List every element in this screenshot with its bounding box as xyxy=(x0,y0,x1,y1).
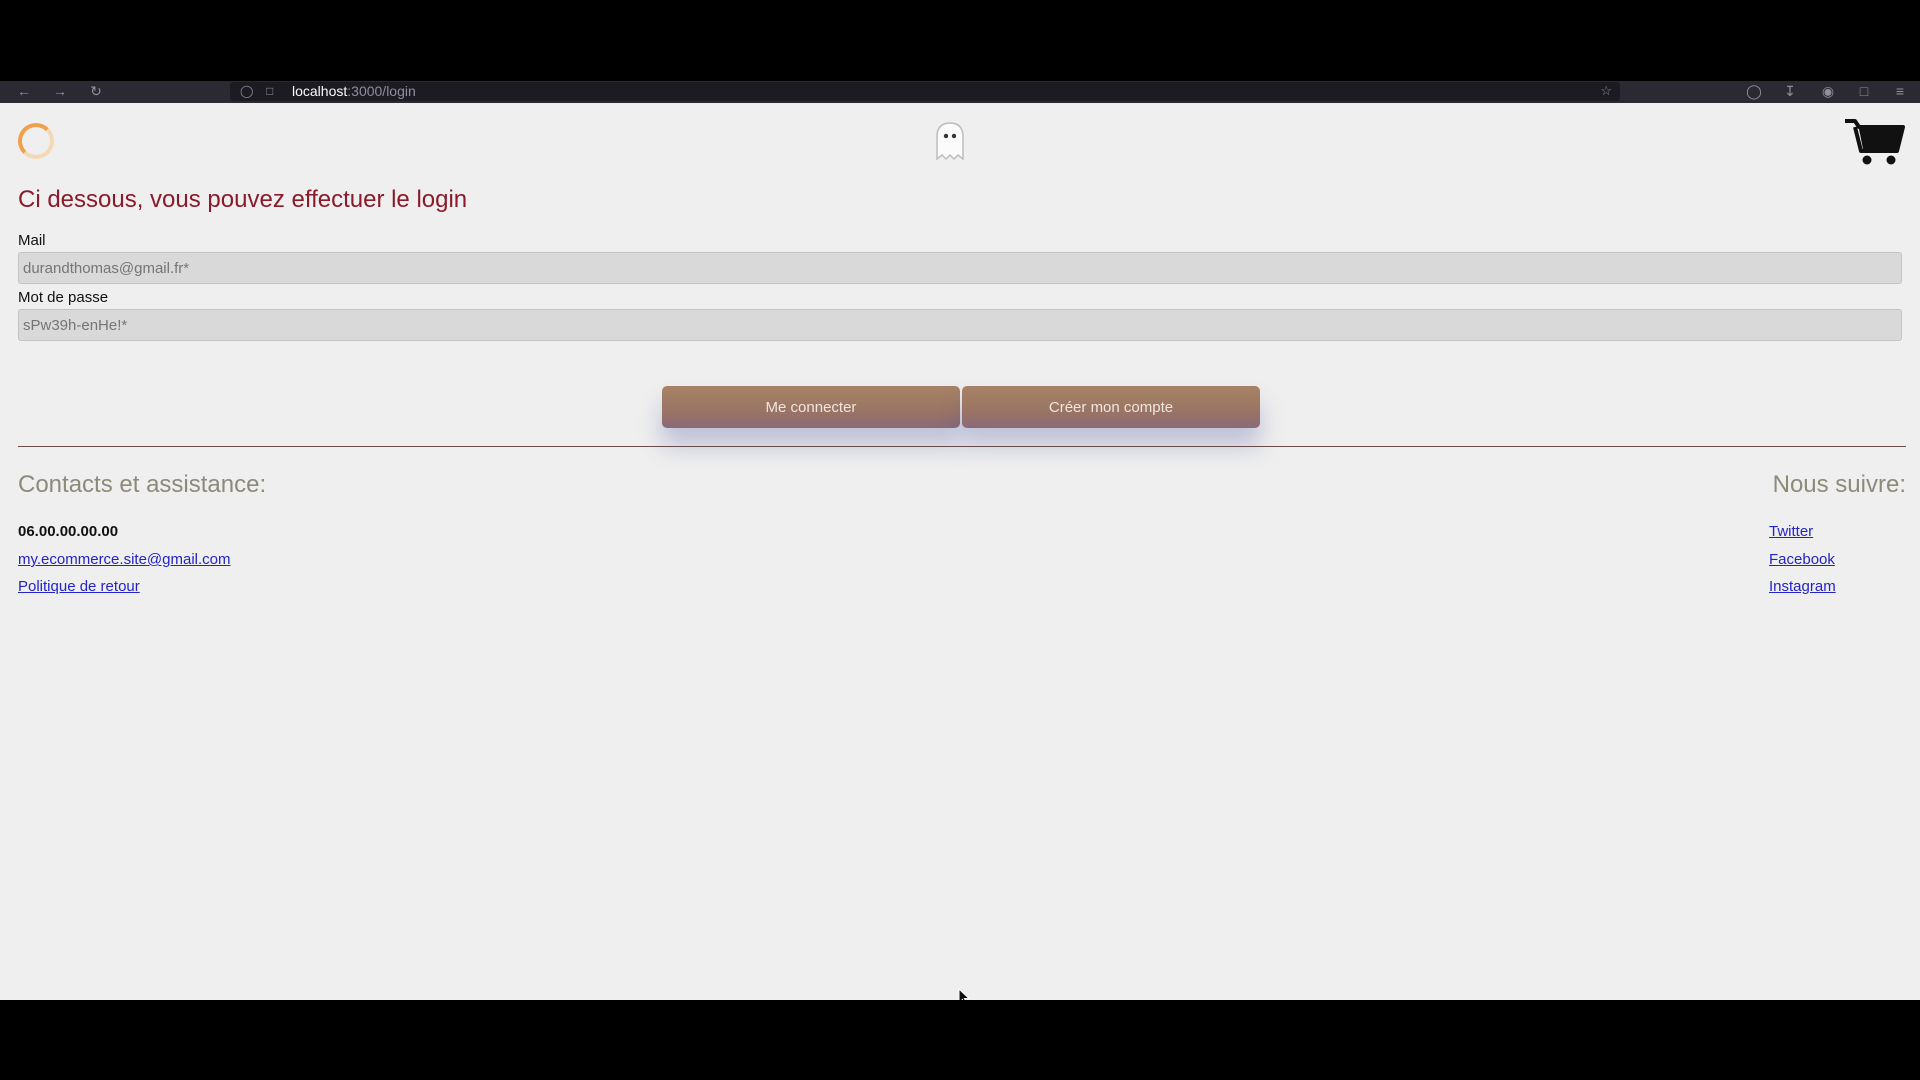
address-bar[interactable]: ◯ □ localhost:3000/login ☆ xyxy=(230,82,1620,101)
page-content: Ci dessous, vous pouvez effectuer le log… xyxy=(0,103,1920,1000)
page-info-icon[interactable]: □ xyxy=(266,82,273,100)
email-link[interactable]: my.ecommerce.site@gmail.com xyxy=(18,551,231,568)
ghost-icon[interactable] xyxy=(933,121,967,161)
mail-input[interactable] xyxy=(18,252,1902,284)
bookmark-star-icon[interactable]: ☆ xyxy=(1600,82,1612,100)
download-icon[interactable]: ↧ xyxy=(1780,81,1800,103)
password-label: Mot de passe xyxy=(18,289,109,306)
shopping-cart-icon[interactable] xyxy=(1843,117,1905,167)
phone-number: 06.00.00.00.00 xyxy=(18,523,119,540)
url-text[interactable]: localhost:3000/login xyxy=(292,82,416,100)
login-title: Ci dessous, vous pouvez effectuer le log… xyxy=(18,186,468,213)
facebook-link[interactable]: Facebook xyxy=(1769,551,1835,568)
create-account-button[interactable]: Créer mon compte xyxy=(962,386,1260,428)
shield-icon[interactable]: ◯ xyxy=(240,82,253,100)
contacts-heading: Contacts et assistance: xyxy=(18,471,267,498)
instagram-link[interactable]: Instagram xyxy=(1769,578,1836,595)
divider xyxy=(18,446,1906,447)
back-icon[interactable]: ← xyxy=(14,81,34,103)
forward-icon[interactable]: → xyxy=(50,81,70,103)
browser-toolbar: ← → ↻ ◯ □ localhost:3000/login ☆ ◯ ↧ ◉ □… xyxy=(0,81,1920,103)
loading-spinner-icon xyxy=(18,123,54,159)
menu-icon[interactable]: ≡ xyxy=(1890,81,1910,103)
mail-label: Mail xyxy=(18,232,46,249)
url-path: :3000/login xyxy=(347,83,416,99)
letterbox-bottom xyxy=(0,1000,1920,1080)
twitter-link[interactable]: Twitter xyxy=(1769,523,1813,540)
login-button[interactable]: Me connecter xyxy=(662,386,960,428)
extensions-icon[interactable]: □ xyxy=(1854,81,1874,103)
account-icon[interactable]: ◉ xyxy=(1818,81,1838,103)
reload-icon[interactable]: ↻ xyxy=(86,81,106,103)
follow-heading: Nous suivre: xyxy=(1772,471,1906,498)
pocket-icon[interactable]: ◯ xyxy=(1744,81,1764,103)
url-host: localhost xyxy=(292,83,348,99)
password-input[interactable] xyxy=(18,309,1902,341)
return-policy-link[interactable]: Politique de retour xyxy=(18,578,140,595)
